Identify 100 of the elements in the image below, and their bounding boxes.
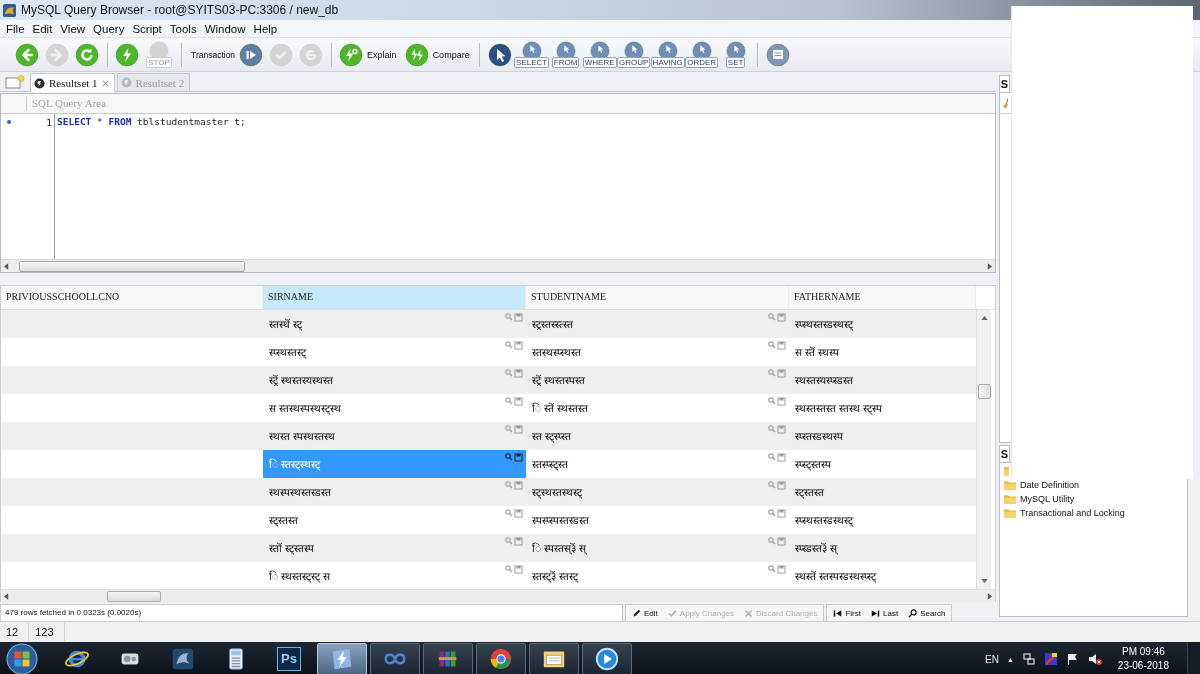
table-cell[interactable]: ि स्पस्तस्३ॆं स् (526, 534, 789, 562)
language-indicator[interactable]: EN (985, 653, 999, 665)
scroll-right-icon[interactable] (987, 262, 992, 270)
table-cell[interactable]: स्ट्स्थस्तस्थस्ट् (526, 478, 789, 506)
table-cell[interactable]: स्तॊं स्ट्स्तस्प (263, 534, 526, 562)
table-cell[interactable]: स्ट्स्तस्त (263, 506, 526, 534)
magnifier-disk-icon[interactable] (768, 481, 786, 490)
folder-icon[interactable] (1004, 494, 1016, 504)
start-orb-icon[interactable] (6, 643, 38, 674)
navigation-button[interactable]: Search (904, 605, 950, 621)
where-button[interactable]: WHERE (583, 40, 616, 69)
table-cell[interactable]: स्थस्पस्थस्तस्डस्त (263, 478, 526, 506)
broom-icon[interactable] (1003, 97, 1010, 109)
magnifier-disk-icon[interactable] (768, 425, 786, 434)
magnifier-disk-icon[interactable] (768, 341, 786, 350)
tray-app-icon[interactable] (1043, 652, 1058, 666)
column-header[interactable]: FATHERNAME (789, 286, 976, 309)
taskbar-app[interactable] (529, 643, 579, 674)
folder-icon[interactable] (1004, 480, 1016, 490)
edit-action-button[interactable]: Edit (628, 605, 662, 621)
magnifier-disk-icon[interactable] (768, 509, 786, 518)
magnifier-disk-icon[interactable] (768, 565, 786, 574)
column-header[interactable]: STUDENTNAME (526, 286, 789, 309)
table-cell[interactable]: स्ट्स्तस्त (789, 478, 976, 506)
magnifier-disk-icon[interactable] (768, 369, 786, 378)
select-button[interactable]: SELECT (515, 40, 548, 69)
menu-item[interactable]: File (2, 22, 29, 35)
back-button[interactable] (13, 40, 41, 69)
navigation-button[interactable]: Last (867, 605, 903, 621)
table-cell[interactable]: स स्तॆं स्थस्प (789, 338, 976, 366)
flag-icon[interactable] (1065, 652, 1080, 666)
tree-item[interactable]: Transactional and Locking (1020, 508, 1125, 518)
table-cell[interactable]: स्तस्ट्३ॆं स्तस्ट् (526, 562, 789, 589)
scroll-left-icon[interactable] (4, 262, 9, 270)
magnifier-disk-icon[interactable] (768, 313, 786, 322)
show-desktop-button[interactable] (1187, 642, 1200, 674)
clock-date[interactable]: 23-06-2018 (1117, 659, 1169, 673)
table-cell[interactable]: स्तस्प्स्ट्स्त (526, 450, 789, 478)
refresh-button[interactable] (73, 40, 101, 69)
taskbar-app[interactable] (476, 643, 526, 674)
network-icon[interactable] (1021, 652, 1036, 666)
start-transaction-button[interactable] (237, 40, 266, 69)
magnifier-disk-icon[interactable] (505, 313, 523, 322)
result-tab[interactable]: Resultset 1 (30, 73, 115, 92)
taskbar-app[interactable]: Ps (264, 643, 314, 674)
menu-item[interactable]: Query (89, 22, 129, 35)
taskbar-app[interactable] (582, 643, 632, 674)
magnifier-disk-icon[interactable] (768, 397, 786, 406)
compare-button[interactable]: Compare (402, 40, 474, 69)
table-cell[interactable]: स्प्स्ट्स्तस्प (789, 450, 976, 478)
table-cell[interactable]: स्थस्तॆं स्तस्पस्डस्थस्प्स्ट् (789, 562, 976, 589)
tree-item[interactable]: Date Definition (1020, 480, 1080, 490)
sidebar-tab[interactable]: S (999, 75, 1010, 92)
tree-item[interactable]: MySQL Utility (1020, 494, 1075, 504)
set-button[interactable]: SET (719, 40, 752, 69)
scroll-down-icon[interactable] (980, 579, 988, 583)
magnifier-disk-icon[interactable] (505, 537, 523, 546)
table-cell[interactable]: स्प्स्तस्डस्थस्प (789, 422, 976, 450)
table-cell[interactable]: स्ट्रॆं स्थस्तस्यस्थस्त (263, 366, 526, 394)
scroll-thumb[interactable] (977, 384, 991, 399)
magnifier-disk-icon[interactable] (505, 425, 523, 434)
horizontal-scrollbar[interactable] (1, 589, 995, 602)
menu-item[interactable]: View (56, 22, 90, 35)
new-tab-icon[interactable] (5, 75, 25, 89)
close-icon[interactable] (101, 79, 109, 87)
order-button[interactable]: ORDER (685, 40, 718, 69)
having-button[interactable]: HAVING (651, 40, 684, 69)
taskbar-app[interactable] (423, 643, 473, 674)
magnifier-disk-icon[interactable] (505, 481, 523, 490)
table-cell[interactable]: स्ट्रस्तस्स्त्स्त (526, 310, 789, 338)
vertical-scrollbar[interactable] (976, 310, 991, 589)
table-cell[interactable]: स्त स्ट्स्प्स्त (526, 422, 789, 450)
magnifier-disk-icon[interactable] (505, 565, 523, 574)
menu-item[interactable]: Edit (28, 22, 57, 35)
muted-speaker-icon[interactable] (1087, 652, 1102, 666)
scroll-thumb[interactable] (107, 590, 161, 602)
table-cell[interactable]: ि स्तॆं स्थस्तस्त (526, 394, 789, 422)
table-cell[interactable]: स्प्स्थस्तस्ट् (263, 338, 526, 366)
table-cell[interactable]: स्थस्त स्पस्थस्तस्थ (263, 422, 526, 450)
magnifier-disk-icon[interactable] (768, 453, 786, 462)
folder-icon[interactable] (1004, 466, 1009, 476)
table-cell[interactable]: स्थस्तस्तस्त स्तस्थ स्ट्स्प (789, 394, 976, 422)
magnifier-disk-icon[interactable] (505, 397, 523, 406)
table-cell[interactable]: स्प्स्डस्त३ॆं स् (789, 534, 976, 562)
folder-icon[interactable] (1004, 508, 1016, 518)
table-cell[interactable]: ि स्थस्तस्ट्स्ट् स (263, 562, 526, 589)
execute-button[interactable] (113, 40, 141, 69)
table-cell[interactable]: स्तस्थॆं स्ट् (263, 310, 526, 338)
menu-item[interactable]: Script (128, 22, 166, 35)
magnifier-disk-icon[interactable] (505, 453, 523, 462)
magnifier-disk-icon[interactable] (505, 509, 523, 518)
magnifier-disk-icon[interactable] (768, 537, 786, 546)
magnifier-disk-icon[interactable] (505, 341, 523, 350)
menu-item[interactable]: Tools (165, 22, 201, 35)
scroll-thumb[interactable] (19, 260, 245, 272)
toolbar-button[interactable] (763, 40, 792, 69)
scroll-left-icon[interactable] (4, 592, 9, 600)
column-header[interactable]: PRIVIOUSSCHOOLLCNO (1, 286, 263, 309)
clock-time[interactable]: PM 09:46 (1122, 645, 1165, 659)
menu-item[interactable]: Window (200, 22, 250, 35)
